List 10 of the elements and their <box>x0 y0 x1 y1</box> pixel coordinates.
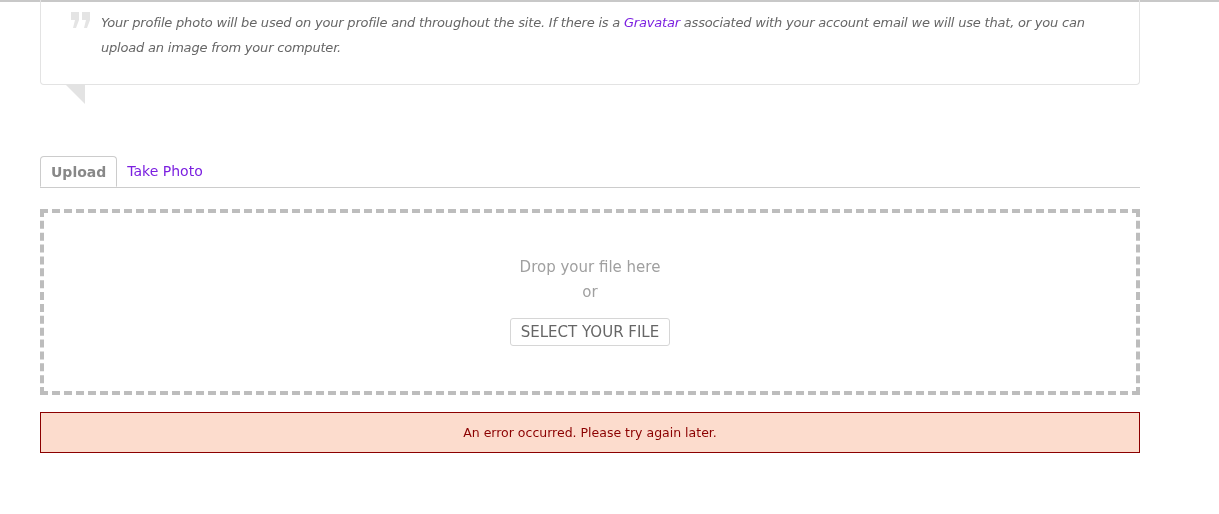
tab[interactable]: Take Photo <box>117 156 213 187</box>
separator-text: or <box>582 282 598 303</box>
dropzone[interactable]: Drop your file here or SELECT YOUR FILE <box>40 209 1140 395</box>
drop-prompt: Drop your file here <box>519 257 661 278</box>
gravatar-link[interactable]: Gravatar <box>624 15 680 30</box>
notice-text: Your profile photo will be used on your profile and throughout the site. If there is a Gravatar associated with your account email we will use that, or you can upload an image from your computer. <box>101 14 1086 57</box>
quote-icon <box>71 12 91 28</box>
error-message: An error occurred. Please try again later. <box>40 412 1140 453</box>
select-file-button[interactable]: SELECT YOUR FILE <box>509 318 671 346</box>
tab[interactable]: Upload <box>40 156 118 187</box>
